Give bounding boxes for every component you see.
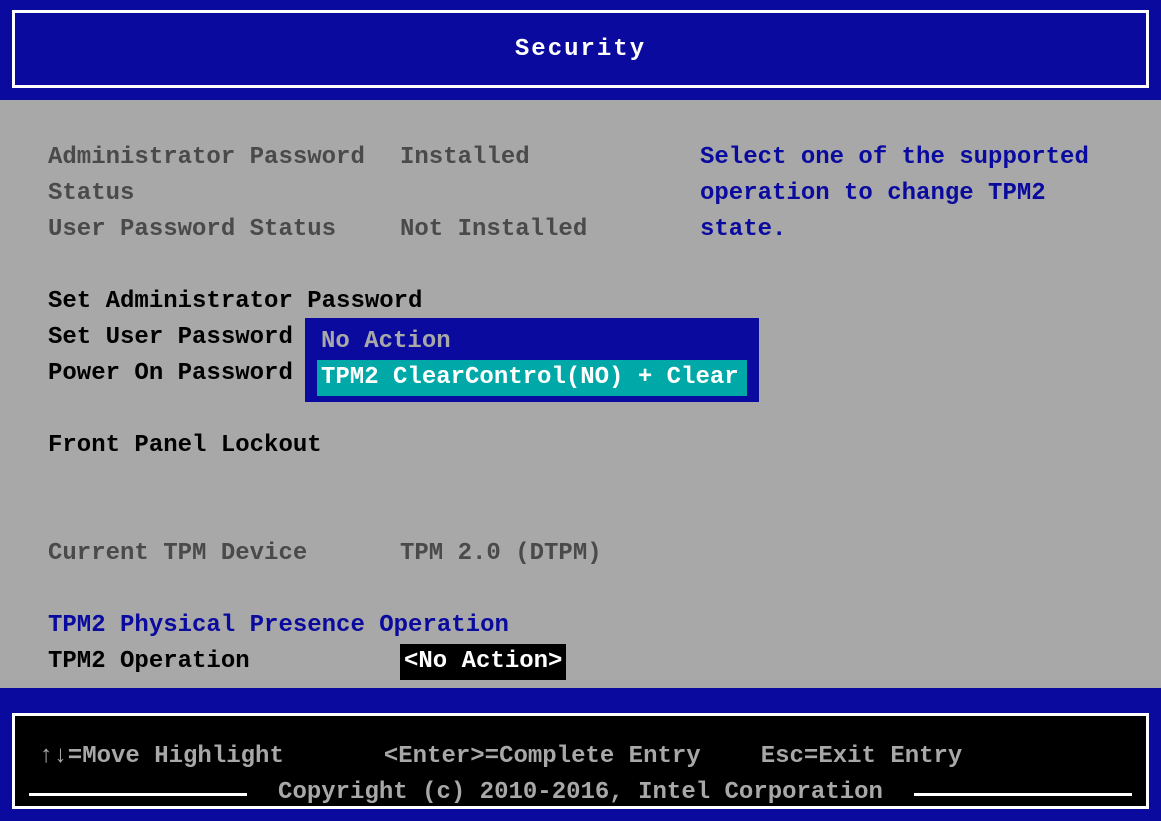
front-panel-lockout-item[interactable]: Front Panel Lockout bbox=[48, 428, 1113, 464]
tpm2-operation-popup: No Action TPM2 ClearControl(NO) + Clear bbox=[302, 315, 762, 405]
popup-option-no-action[interactable]: No Action bbox=[317, 324, 747, 360]
header-bar: Security bbox=[12, 10, 1149, 88]
current-tpm-device-label: Current TPM Device bbox=[48, 536, 400, 572]
tpm2-operation-label[interactable]: TPM2 Operation bbox=[48, 644, 400, 680]
footer-bar: ↑↓=Move Highlight <Enter>=Complete Entry… bbox=[12, 713, 1149, 809]
footer-hints: ↑↓=Move Highlight <Enter>=Complete Entry… bbox=[39, 743, 1122, 770]
hint-esc: Esc=Exit Entry bbox=[761, 743, 963, 770]
copyright-text: Copyright (c) 2010-2016, Intel Corporati… bbox=[15, 779, 1146, 806]
user-password-status-label: User Password Status bbox=[48, 212, 400, 248]
user-password-status-value: Not Installed bbox=[400, 212, 680, 248]
admin-password-status-label: Administrator Password Status bbox=[48, 140, 400, 212]
page-title: Security bbox=[515, 36, 646, 63]
tpm2-operation-value[interactable]: <No Action> bbox=[400, 644, 566, 680]
hint-move: ↑↓=Move Highlight bbox=[39, 743, 284, 770]
current-tpm-device-value: TPM 2.0 (DTPM) bbox=[400, 536, 602, 572]
hint-enter: <Enter>=Complete Entry bbox=[384, 743, 701, 770]
admin-password-status-label-text: Administrator Password Status bbox=[48, 144, 365, 207]
tpm2-section-heading: TPM2 Physical Presence Operation bbox=[48, 608, 1113, 644]
popup-option-tpm2-clear[interactable]: TPM2 ClearControl(NO) + Clear bbox=[317, 360, 747, 396]
admin-password-status-value: Installed bbox=[400, 140, 680, 212]
help-text: Select one of the supported operation to… bbox=[700, 140, 1141, 248]
